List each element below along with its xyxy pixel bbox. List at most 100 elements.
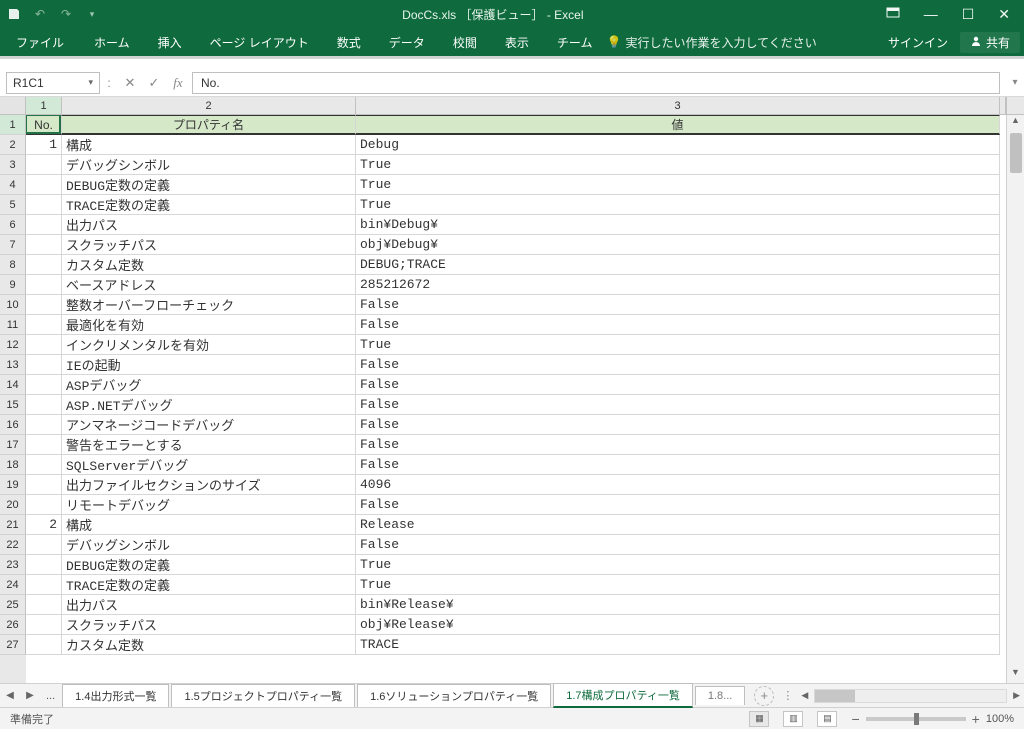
cell-no[interactable]: [26, 315, 62, 335]
cell-val[interactable]: bin¥Release¥: [356, 595, 1000, 615]
cell-no[interactable]: 1: [26, 135, 62, 155]
scroll-up-icon[interactable]: ▲: [1007, 115, 1024, 131]
cell-val[interactable]: True: [356, 175, 1000, 195]
cell-prop[interactable]: ASPデバッグ: [62, 375, 356, 395]
col-header-2[interactable]: 2: [62, 97, 356, 114]
sheet-nav-prev-icon[interactable]: ◀: [0, 690, 20, 701]
row-header[interactable]: 7: [0, 235, 26, 255]
col-header-3[interactable]: 3: [356, 97, 1000, 114]
cell-val[interactable]: False: [356, 435, 1000, 455]
zoom-knob[interactable]: [914, 713, 919, 725]
cell-val[interactable]: False: [356, 535, 1000, 555]
select-all-button[interactable]: [0, 97, 26, 114]
name-box[interactable]: R1C1 ▾: [6, 72, 100, 94]
cell-no[interactable]: [26, 215, 62, 235]
scroll-down-icon[interactable]: ▼: [1007, 667, 1024, 683]
row-header[interactable]: 18: [0, 455, 26, 475]
zoom-out-button[interactable]: −: [851, 711, 859, 727]
cell-prop[interactable]: ベースアドレス: [62, 275, 356, 295]
cell-prop[interactable]: 出力パス: [62, 215, 356, 235]
cell-no[interactable]: [26, 395, 62, 415]
cell-prop[interactable]: スクラッチパス: [62, 615, 356, 635]
row-header[interactable]: 14: [0, 375, 26, 395]
cell-val[interactable]: obj¥Debug¥: [356, 235, 1000, 255]
view-normal-icon[interactable]: ▦: [749, 711, 769, 727]
cell-no[interactable]: [26, 575, 62, 595]
cell-val[interactable]: False: [356, 315, 1000, 335]
row-header[interactable]: 22: [0, 535, 26, 555]
cell-val[interactable]: obj¥Release¥: [356, 615, 1000, 635]
row-header[interactable]: 23: [0, 555, 26, 575]
cell-prop[interactable]: インクリメンタルを有効: [62, 335, 356, 355]
cell-no[interactable]: [26, 635, 62, 655]
cell-prop[interactable]: アンマネージコードデバッグ: [62, 415, 356, 435]
cell-prop[interactable]: SQLServerデバッグ: [62, 455, 356, 475]
cell-prop[interactable]: 最適化を有効: [62, 315, 356, 335]
sheet-tab-2[interactable]: 1.6ソリューションプロパティ一覧: [357, 684, 551, 707]
row-header[interactable]: 9: [0, 275, 26, 295]
cell-no[interactable]: [26, 615, 62, 635]
cell-prop[interactable]: 整数オーバーフローチェック: [62, 295, 356, 315]
cell-val[interactable]: 4096: [356, 475, 1000, 495]
ribbon-tab-view[interactable]: 表示: [491, 28, 543, 56]
sheet-tab-0[interactable]: 1.4出力形式一覧: [62, 684, 169, 707]
cell-val[interactable]: False: [356, 415, 1000, 435]
ribbon-tab-page-layout[interactable]: ページ レイアウト: [196, 28, 323, 56]
ribbon-tab-data[interactable]: データ: [375, 28, 439, 56]
cell-val[interactable]: False: [356, 495, 1000, 515]
cell-val[interactable]: False: [356, 395, 1000, 415]
hdr-val[interactable]: 値: [356, 115, 1000, 135]
row-header[interactable]: 20: [0, 495, 26, 515]
hdr-prop[interactable]: プロパティ名: [62, 115, 356, 135]
row-header[interactable]: 26: [0, 615, 26, 635]
cell-no[interactable]: [26, 175, 62, 195]
cell-val[interactable]: True: [356, 335, 1000, 355]
hscroll-thumb[interactable]: [815, 690, 855, 702]
cell-prop[interactable]: リモートデバッグ: [62, 495, 356, 515]
cell-val[interactable]: False: [356, 295, 1000, 315]
ribbon-display-icon[interactable]: [886, 6, 900, 22]
close-button[interactable]: ✕: [998, 6, 1010, 23]
cell-no[interactable]: [26, 295, 62, 315]
cell-val[interactable]: True: [356, 575, 1000, 595]
signin-button[interactable]: サインイン: [876, 34, 960, 51]
row-header[interactable]: 2: [0, 135, 26, 155]
cell-val[interactable]: True: [356, 555, 1000, 575]
ribbon-tab-team[interactable]: チーム: [543, 28, 607, 56]
row-header[interactable]: 25: [0, 595, 26, 615]
row-header[interactable]: 21: [0, 515, 26, 535]
view-page-break-icon[interactable]: ▤: [817, 711, 837, 727]
cell-val[interactable]: True: [356, 155, 1000, 175]
cell-val[interactable]: 285212672: [356, 275, 1000, 295]
sheet-nav-next-icon[interactable]: ▶: [20, 690, 40, 701]
cell-prop[interactable]: カスタム定数: [62, 255, 356, 275]
ribbon-tab-home[interactable]: ホーム: [80, 28, 144, 56]
row-header[interactable]: 13: [0, 355, 26, 375]
cell-prop[interactable]: IEの起動: [62, 355, 356, 375]
cells-area[interactable]: No.プロパティ名値1構成DebugデバッグシンボルTrueDEBUG定数の定義…: [26, 115, 1006, 683]
cell-prop[interactable]: デバッグシンボル: [62, 155, 356, 175]
cell-no[interactable]: 2: [26, 515, 62, 535]
cell-val[interactable]: False: [356, 355, 1000, 375]
sheet-tab-1[interactable]: 1.5プロジェクトプロパティ一覧: [171, 684, 355, 707]
cell-no[interactable]: [26, 435, 62, 455]
row-header[interactable]: 17: [0, 435, 26, 455]
expand-formula-bar-icon[interactable]: ▾: [1006, 77, 1024, 88]
share-button[interactable]: 共有: [960, 32, 1020, 53]
ribbon-tab-insert[interactable]: 挿入: [144, 28, 196, 56]
cell-val[interactable]: DEBUG;TRACE: [356, 255, 1000, 275]
undo-icon[interactable]: ↶: [32, 6, 48, 22]
cell-prop[interactable]: 出力パス: [62, 595, 356, 615]
ribbon-tab-formulas[interactable]: 数式: [323, 28, 375, 56]
row-header[interactable]: 6: [0, 215, 26, 235]
cell-no[interactable]: [26, 255, 62, 275]
row-header[interactable]: 15: [0, 395, 26, 415]
minimize-button[interactable]: ―: [924, 6, 938, 22]
col-header-1[interactable]: 1: [26, 97, 62, 114]
formula-input[interactable]: No.: [192, 72, 1000, 94]
cell-no[interactable]: [26, 535, 62, 555]
cell-prop[interactable]: TRACE定数の定義: [62, 195, 356, 215]
cell-no[interactable]: [26, 555, 62, 575]
cell-prop[interactable]: 構成: [62, 515, 356, 535]
row-header[interactable]: 1: [0, 115, 26, 135]
